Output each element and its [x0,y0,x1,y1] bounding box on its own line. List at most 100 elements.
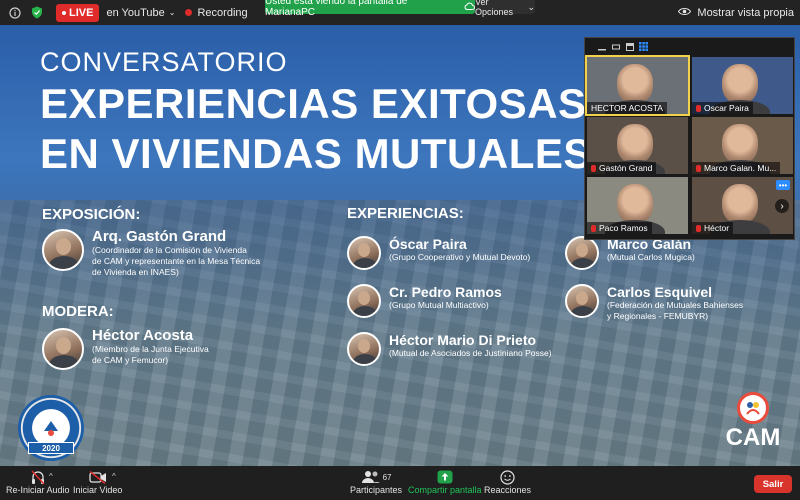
participant-tile[interactable]: Oscar Paira [692,57,793,114]
audio-button[interactable]: Re-Iniciar Audio [6,469,70,495]
live-badge[interactable]: LIVE [56,3,100,22]
avatar [42,328,84,370]
more-options-button[interactable]: ••• [776,180,790,190]
share-banner-text: Usted está viendo la pantalla de Mariana… [265,0,408,18]
show-self-view-label: Mostrar vista propia [697,7,794,19]
participant-video [722,63,759,104]
participant-name-label: Marco Galan. Mu... [692,162,781,174]
show-self-view-button[interactable]: Mostrar vista propia [678,4,794,22]
cam-label: CAM [725,424,781,451]
chevron-down-icon[interactable]: ⌄ [169,8,176,17]
participant-tile[interactable]: Paco Ramos [587,177,688,234]
participant-tile[interactable]: HECTOR ACOSTA [585,55,690,116]
muted-headphone-icon [30,469,46,485]
recording-label: Recording [197,6,248,19]
participant-tiles: HECTOR ACOSTA Oscar Paira Gastón Grand M… [585,55,794,234]
participant-name-label: Oscar Paira [692,102,753,114]
participants-label: Participantes [350,485,403,495]
participant-tile[interactable]: ••• › Héctor [692,177,793,234]
experience-name: Carlos Esquivel [607,284,713,300]
chevron-up-icon[interactable]: ^ [112,472,116,481]
avatar [565,284,599,318]
share-label: Compartir pantalla [408,485,482,495]
chevron-down-icon: ⌄ [527,1,535,12]
view-options-label: Ver Opciones [475,0,514,17]
mic-muted-icon [591,224,596,232]
eye-icon [678,7,692,19]
minimize-icon[interactable] [597,42,606,51]
moderador-desc-1: (Miembro de la Junta Ejecutiva [92,344,209,354]
exposicion-heading: EXPOSICIÓN: [42,206,141,223]
view-options-button[interactable]: Ver Opciones ⌄ [475,0,535,17]
moderador-name: Héctor Acosta [92,327,194,344]
participant-tile[interactable]: Marco Galan. Mu... [692,117,793,174]
video-label: Iniciar Video [73,485,123,495]
participant-name: HECTOR ACOSTA [591,103,663,113]
experience-item: Héctor Mario Di Prieto (Mutual de Asocia… [347,332,552,366]
avatar [347,332,381,366]
share-screen-button[interactable]: Compartir pantalla [408,469,482,495]
experience-desc-1: (Mutual Carlos Mugica) [607,252,695,262]
participant-name: Marco Galan. Mu... [704,163,777,173]
experience-name: Cr. Pedro Ramos [389,284,502,300]
reactions-button[interactable]: Reacciones [484,469,531,495]
top-bar: LIVE en YouTube ⌄ Recording Usted está v… [0,0,800,25]
stream-target[interactable]: en YouTube [106,7,164,19]
mic-muted-icon [696,224,701,232]
leave-button[interactable]: Salir [754,475,792,493]
gallery-grid-icon[interactable] [639,42,648,51]
participants-button[interactable]: 67 Participantes [350,469,402,495]
single-tile-icon[interactable] [611,42,620,51]
info-icon[interactable] [8,6,22,20]
seal-year: 2020 [28,442,74,454]
live-dot-icon [62,10,66,15]
experience-desc-2: y Regionales - FEMUBYR) [607,311,709,321]
moderador-desc-2: de CAM y Femucor) [92,355,169,365]
expositor-name: Arq. Gastón Grand [92,228,227,245]
gallery-toolbar [585,38,794,55]
experience-desc-1: (Mutual de Asociados de Justiniano Posse… [389,348,552,358]
zoom-window: LIVE en YouTube ⌄ Recording Usted está v… [0,0,800,500]
experience-desc-1: (Grupo Mutual Multiactivo) [389,300,489,310]
slide-title-line1: EXPERIENCIAS EXITOSAS [40,80,587,127]
participant-video [722,123,759,164]
experience-name: Óscar Paira [389,236,467,252]
video-off-icon [89,469,107,485]
participants-count: 67 [382,472,392,482]
expositor-desc-2: de CAM y representante en la Mesa Técnic… [92,256,261,266]
recording-icon [185,9,193,16]
screen-share-banner: Usted está viendo la pantalla de Mariana… [265,0,475,18]
participants-icon: 67 [361,469,392,485]
participant-name-label: Héctor [692,222,734,234]
gallery-view-panel[interactable]: HECTOR ACOSTA Oscar Paira Gastón Grand M… [584,37,795,240]
modera-heading: MODERA: [42,303,114,320]
mic-muted-icon [696,164,701,172]
participant-name: Héctor [704,223,730,233]
participant-name: Gastón Grand [599,163,653,173]
share-screen-icon [437,469,453,485]
participant-name-label: HECTOR ACOSTA [587,102,667,114]
participant-name: Oscar Paira [704,103,749,113]
chevron-up-icon[interactable]: ^ [49,472,53,481]
seal-emblem-icon [39,416,63,440]
speaker-view-icon[interactable] [625,42,634,51]
shield-icon[interactable] [30,6,44,20]
reactions-label: Reacciones [484,485,532,495]
slide-pretitle: CONVERSATORIO [40,47,288,77]
experience-desc-1: (Grupo Cooperativo y Mutual Devoto) [389,252,531,262]
avatar [565,236,599,270]
next-page-button[interactable]: › [775,199,789,213]
participant-name: Paco Ramos [599,223,648,233]
avatar [347,284,381,318]
participant-name-label: Gastón Grand [587,162,657,174]
experience-item: Carlos Esquivel (Federación de Mutuales … [565,284,743,322]
meeting-controls-bar: Re-Iniciar Audio ^ Iniciar Video ^ 67 Pa… [0,466,800,500]
avatar [347,236,381,270]
experience-desc-1: (Federación de Mutuales Bahienses [607,300,744,310]
participant-tile[interactable]: Gastón Grand [587,117,688,174]
smiley-icon [500,469,515,485]
mic-muted-icon [591,164,596,172]
experience-item: Óscar Paira (Grupo Cooperativo y Mutual … [347,236,530,270]
experiencias-heading: EXPERIENCIAS: [347,205,464,222]
expositor: Arq. Gastón Grand (Coordinador de la Com… [42,229,260,278]
